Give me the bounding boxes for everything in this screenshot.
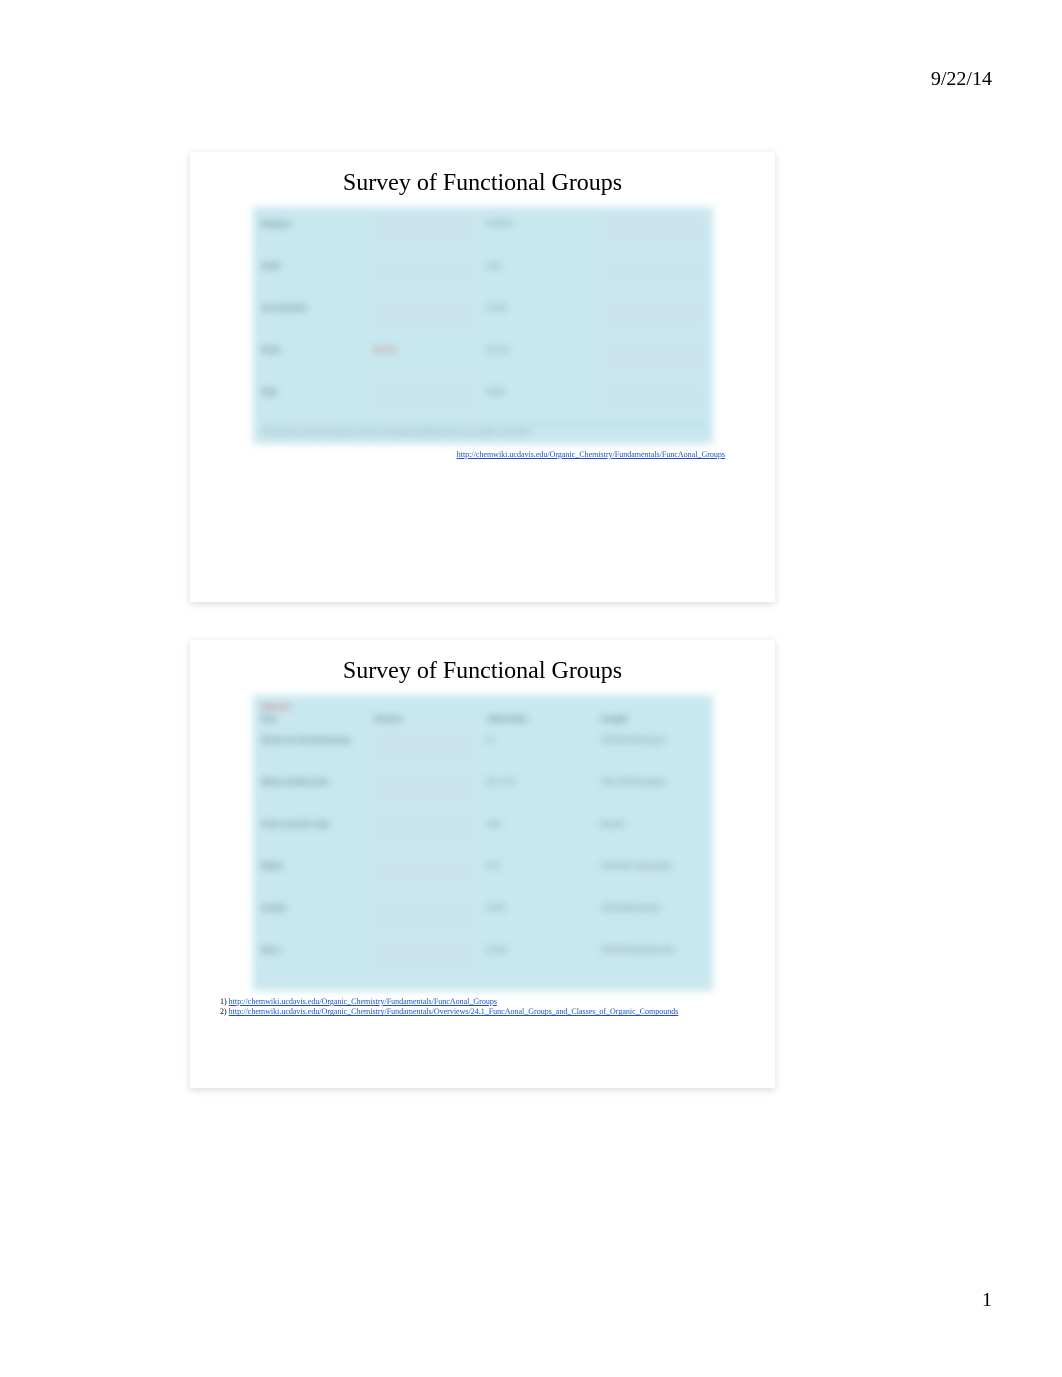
slide-1: Survey of Functional Groups Phosphate R-… (190, 152, 775, 602)
slide-2-table: Table 24.1 Class Structure Abbreviation … (253, 695, 713, 991)
row-name: Acid anhydride (261, 304, 365, 324)
row-structure (374, 815, 478, 845)
link-url[interactable]: http://chemwiki.ucdavis.edu/Organic_Chem… (229, 1007, 679, 1016)
row-example: CH3CH2CH3 propane (601, 736, 705, 756)
link-num: 1) (220, 997, 227, 1006)
header-structure: Structure (374, 715, 478, 723)
row-name: Phosphate (261, 220, 365, 240)
row-name: Alkenes (double bond) (261, 778, 365, 798)
slide-2-source-links: 1) http://chemwiki.ucdavis.edu/Organic_C… (210, 997, 755, 1018)
link-url[interactable]: http://chemwiki.ucdavis.edu/Organic_Chem… (229, 997, 497, 1006)
row-name: Alcohols (261, 904, 365, 924)
row-abbrev: R-C=C-R (488, 778, 592, 798)
row-structure (374, 383, 478, 413)
row-example: CH3CH2OH ethanol (601, 904, 705, 924)
table-row: Acid anhydride R-O-R (261, 299, 705, 329)
row-structure (374, 299, 478, 329)
header-abbrev: Abbreviation (488, 715, 592, 723)
table-row: Arenes (aromatic ring) none benzene (261, 815, 705, 845)
page-date: 9/22/14 (931, 68, 992, 91)
row-example: benzene (601, 820, 705, 840)
row-abbrev: R-OPO3 (488, 220, 592, 240)
table-row: Halides R-X CH3CH2Cl chloroethane (261, 857, 705, 887)
row-abbrev: R-OH (488, 904, 592, 924)
row-example: CH3OCH3 dimethyl ether (601, 946, 705, 966)
table-row: Amide none (261, 257, 705, 287)
row-example (601, 215, 705, 245)
row-name: Alkanes (no functional group) (261, 736, 365, 756)
row-abbrev: R-O-R (488, 946, 592, 966)
row-example (601, 341, 705, 371)
table-row: Alcohols R-OH CH3CH2OH ethanol (261, 899, 705, 929)
row-name: Nitrile (261, 346, 365, 366)
table-row: Nitrile R-C≡N R-C≡N (261, 341, 705, 371)
row-name: Ethers (261, 946, 365, 966)
table-header-row: Class Structure Abbreviation Example (261, 715, 705, 723)
table-row: Thiol R-SH (261, 383, 705, 413)
row-name: Halides (261, 862, 365, 882)
source-link-2: 2) http://chemwiki.ucdavis.edu/Organic_C… (220, 1007, 755, 1017)
row-abbrev: R-O-R (488, 304, 592, 324)
header-example: Example (601, 715, 705, 723)
table-row: Phosphate R-OPO3 (261, 215, 705, 245)
row-name: Thiol (261, 388, 365, 408)
table-row: Ethers R-O-R CH3OCH3 dimethyl ether (261, 941, 705, 971)
row-example: CH3CH2Cl chloroethane (601, 862, 705, 882)
row-structure (374, 215, 478, 245)
slide-1-table: Phosphate R-OPO3 Amide none Acid anhydri… (253, 207, 713, 444)
source-link-1: 1) http://chemwiki.ucdavis.edu/Organic_C… (220, 997, 755, 1007)
row-example (601, 299, 705, 329)
row-structure (374, 857, 478, 887)
row-abbrev: none (488, 820, 592, 840)
row-example: CH2=CHCH3 propene (601, 778, 705, 798)
row-abbrev: R-SH (488, 388, 592, 408)
header-class: Class (261, 715, 365, 723)
row-abbrev: none (488, 262, 592, 282)
table-row: Alkenes (double bond) R-C=C-R CH2=CHCH3 … (261, 773, 705, 803)
link-num: 2) (220, 1007, 227, 1016)
slide-1-title: Survey of Functional Groups (210, 170, 755, 197)
row-name: Arenes (aromatic ring) (261, 820, 365, 840)
row-structure (374, 899, 478, 929)
row-structure: R-C≡N (374, 346, 478, 366)
row-structure (374, 257, 478, 287)
row-example (601, 383, 705, 413)
table-row: Alkanes (no functional group) R CH3CH2CH… (261, 731, 705, 761)
page-number: 1 (982, 1289, 992, 1312)
slide-2-title: Survey of Functional Groups (210, 658, 755, 685)
row-structure (374, 731, 478, 761)
row-abbrev: R (488, 736, 592, 756)
slide-2: Survey of Functional Groups Table 24.1 C… (190, 640, 775, 1088)
row-example (601, 257, 705, 287)
row-structure (374, 941, 478, 971)
table-tag: Table 24.1 (261, 703, 705, 711)
slide-1-source-link[interactable]: http://chemwiki.ucdavis.edu/Organic_Chem… (210, 450, 755, 459)
table-caption: † R may also be a H atom. R represents a… (261, 425, 705, 436)
row-structure (374, 773, 478, 803)
row-abbrev: R-C≡N (488, 346, 592, 366)
row-abbrev: R-X (488, 862, 592, 882)
row-name: Amide (261, 262, 365, 282)
